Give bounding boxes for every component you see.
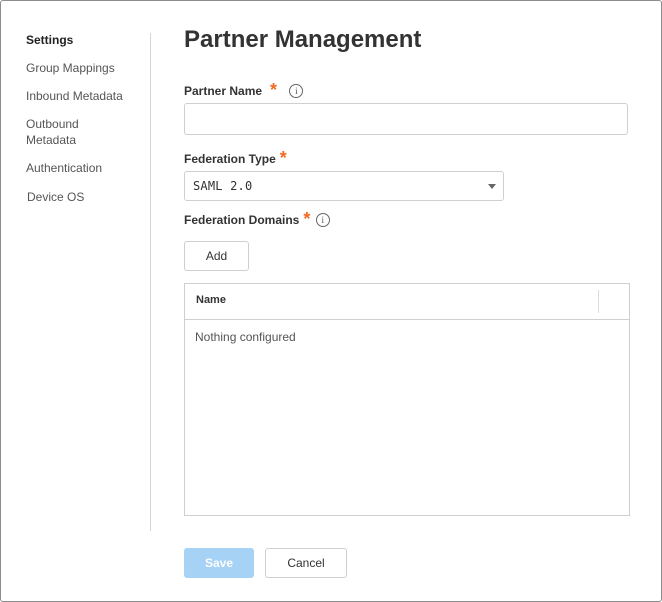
chevron-down-icon (488, 184, 496, 189)
table-header: Name (185, 284, 629, 320)
sidebar-divider (150, 33, 151, 531)
sidebar-item-settings[interactable]: Settings (26, 32, 141, 48)
federation-domains-table: Name Nothing configured (184, 283, 630, 516)
required-asterisk: * (303, 209, 311, 229)
page-title: Partner Management (184, 26, 422, 53)
info-icon[interactable]: i (315, 212, 330, 227)
sidebar-item-inbound-metadata[interactable]: Inbound Metadata (26, 88, 141, 104)
sidebar: Settings Group Mappings Inbound Metadata… (1, 1, 151, 601)
sidebar-item-authentication[interactable]: Authentication (26, 160, 141, 176)
info-icon[interactable]: i (289, 83, 304, 98)
save-button[interactable]: Save (184, 548, 254, 578)
sidebar-item-device-os[interactable]: Device OS (27, 189, 142, 205)
partner-name-label-text: Partner Name (184, 84, 263, 98)
cancel-button[interactable]: Cancel (265, 548, 347, 578)
partner-management-dialog: Settings Group Mappings Inbound Metadata… (0, 0, 662, 602)
federation-type-select[interactable]: SAML 2.0 (184, 171, 504, 201)
federation-domains-label-text: Federation Domains (184, 213, 300, 227)
partner-name-input[interactable] (184, 103, 628, 135)
required-asterisk: * (270, 80, 278, 100)
federation-type-label-text: Federation Type (184, 152, 276, 166)
federation-type-label: Federation Type * (184, 149, 287, 167)
column-divider (598, 290, 599, 313)
federation-type-selected-value: SAML 2.0 (193, 179, 253, 193)
empty-state-text: Nothing configured (195, 330, 296, 344)
add-domain-button[interactable]: Add (184, 241, 249, 271)
sidebar-item-group-mappings[interactable]: Group Mappings (26, 60, 141, 76)
federation-domains-label: Federation Domains * i (184, 210, 330, 228)
partner-name-label: Partner Name * i (184, 80, 304, 100)
column-header-name[interactable]: Name (196, 294, 226, 306)
required-asterisk: * (279, 148, 287, 168)
sidebar-item-outbound-metadata[interactable]: Outbound Metadata (26, 116, 106, 148)
